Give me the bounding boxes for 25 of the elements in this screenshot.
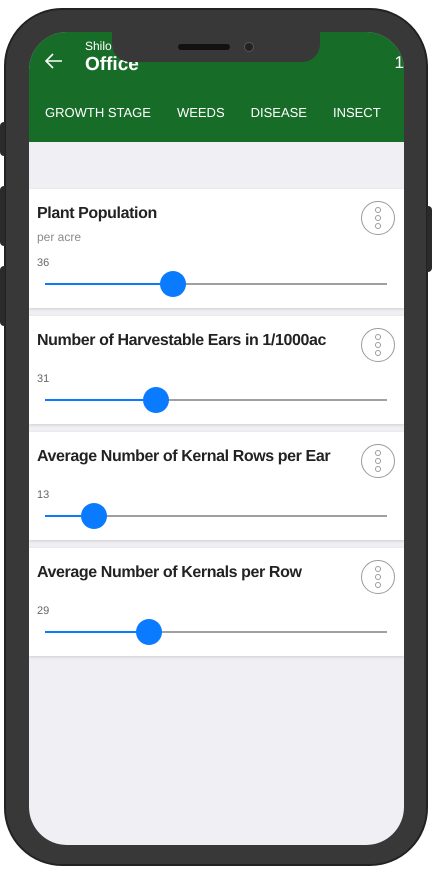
slider-thumb[interactable] bbox=[80, 503, 107, 529]
header-title: Office bbox=[85, 53, 139, 77]
tab[interactable]: DISEASE bbox=[250, 104, 307, 126]
more-options-icon[interactable] bbox=[361, 560, 395, 594]
slider-thumb[interactable] bbox=[136, 619, 162, 645]
tab[interactable]: GROWTH STAGE bbox=[45, 104, 151, 126]
more-options-icon[interactable] bbox=[361, 201, 395, 235]
slider-value: 13 bbox=[37, 488, 50, 502]
slider-thumb[interactable] bbox=[143, 387, 170, 413]
more-options-icon[interactable] bbox=[361, 328, 395, 362]
card-title: Average Number of Kernals per Row bbox=[37, 563, 302, 583]
slider-thumb[interactable] bbox=[160, 271, 186, 297]
tab[interactable]: INSECT bbox=[332, 104, 381, 126]
card-title: Plant Population bbox=[37, 204, 157, 224]
card-title: Average Number of Kernal Rows per Ear bbox=[37, 447, 330, 467]
back-arrow-icon[interactable] bbox=[45, 53, 63, 69]
tab[interactable]: WEEDS bbox=[176, 104, 225, 126]
slider-value: 29 bbox=[37, 604, 50, 618]
header-subtitle: Shilo bbox=[85, 39, 113, 53]
card-subtitle: per acre bbox=[37, 229, 82, 246]
header-text: 1 bbox=[394, 53, 404, 73]
card-title: Number of Harvestable Ears in 1/1000ac bbox=[37, 331, 326, 351]
slider-value: 36 bbox=[37, 256, 50, 270]
more-options-icon[interactable] bbox=[361, 444, 395, 478]
slider-value: 31 bbox=[37, 372, 50, 386]
